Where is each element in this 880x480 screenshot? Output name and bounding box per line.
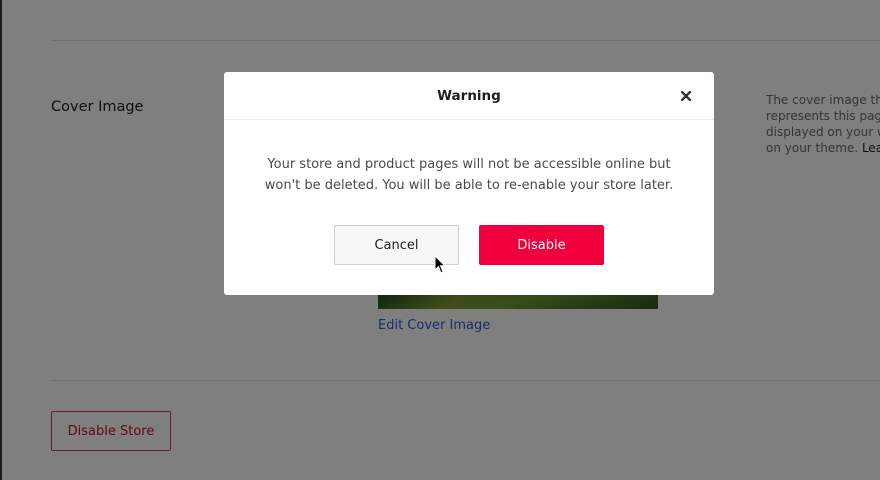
modal-message-line: won't be deleted. You will be able to re…	[264, 178, 674, 193]
modal-header: Warning	[224, 72, 714, 120]
close-icon[interactable]	[676, 86, 696, 106]
modal-title: Warning	[437, 88, 501, 104]
warning-modal: Warning Your store and product pages wil…	[224, 72, 714, 295]
modal-message: Your store and product pages will not be…	[244, 154, 694, 196]
mouse-pointer-icon	[434, 254, 448, 275]
disable-button[interactable]: Disable	[479, 225, 604, 265]
modal-message-line: Your store and product pages will not be…	[267, 157, 671, 172]
